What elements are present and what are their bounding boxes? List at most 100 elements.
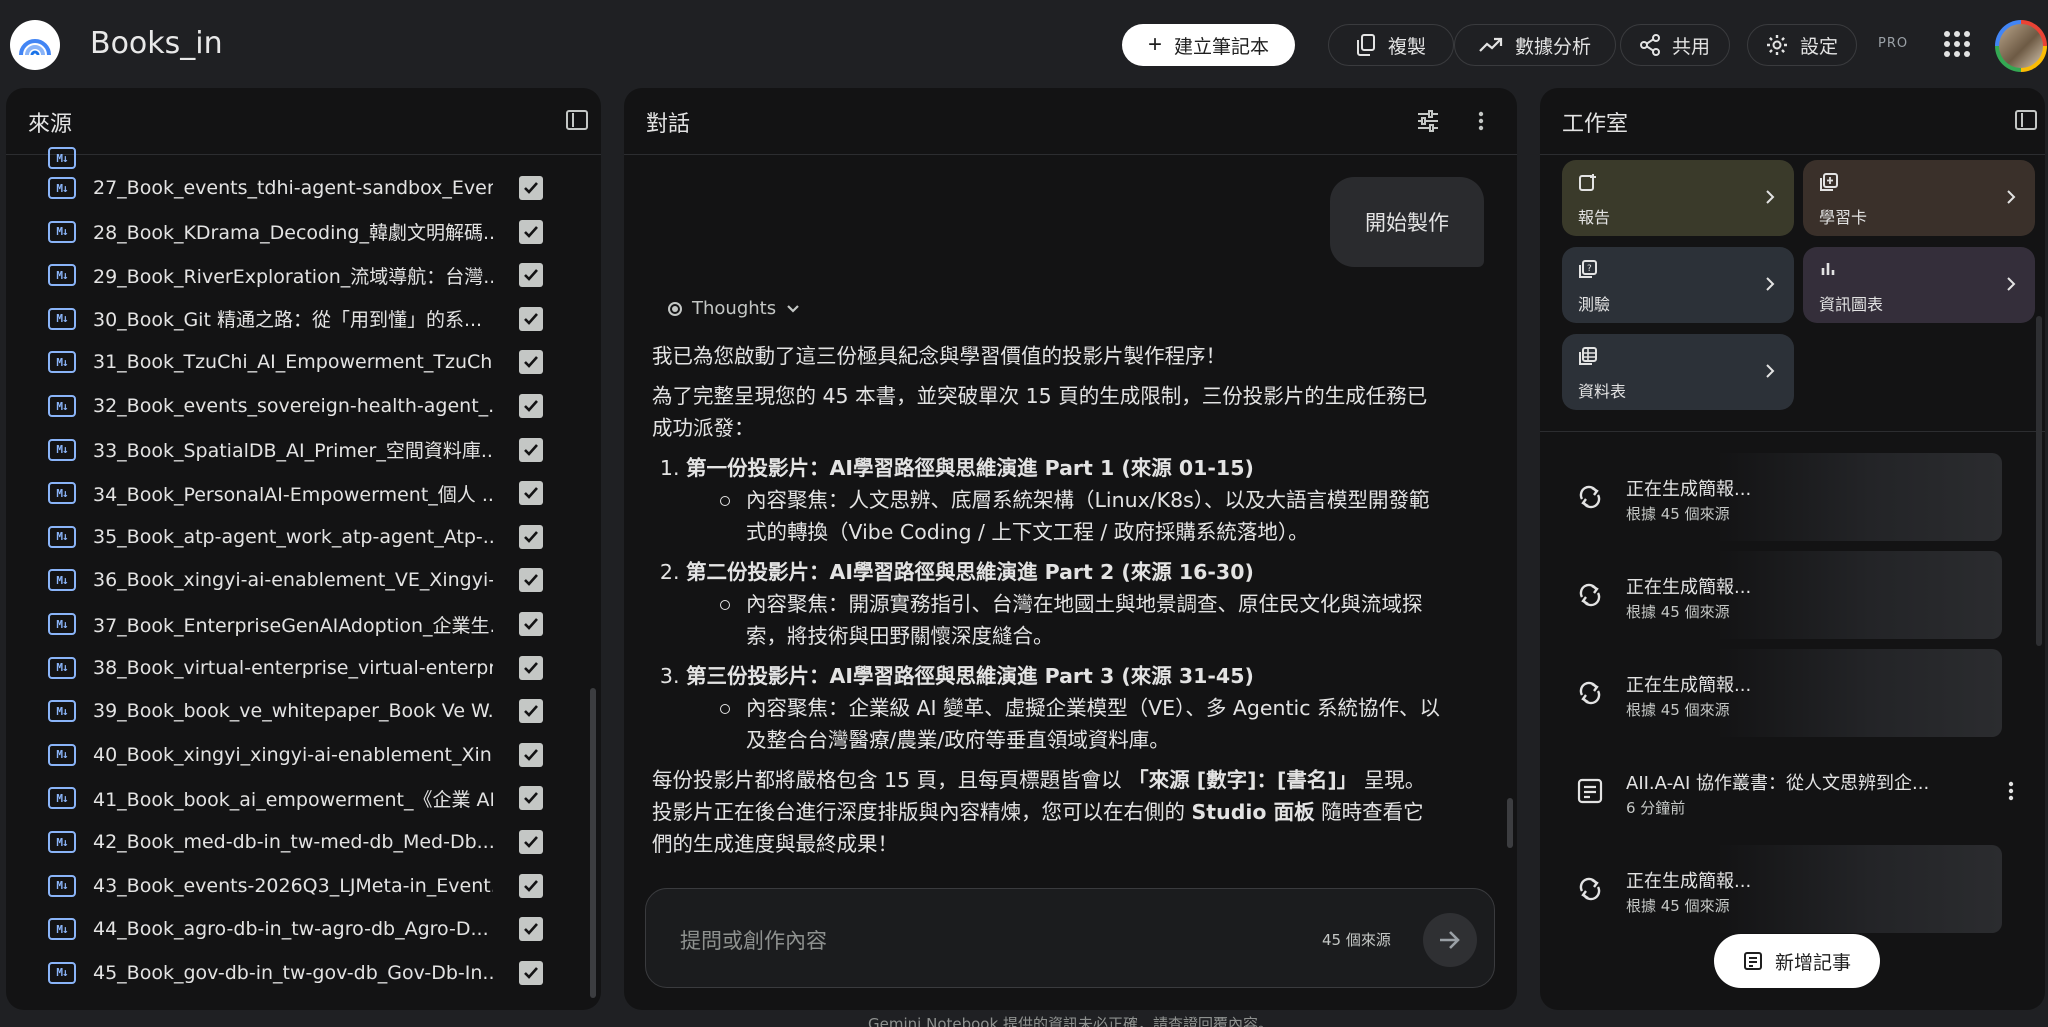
source-checkbox[interactable] [519,394,543,418]
studio-card-infographic[interactable]: 資訊圖表 [1803,247,2035,323]
sync-icon [1579,877,1601,901]
studio-scrollbar[interactable] [2036,316,2042,646]
report-icon [1579,174,1596,191]
source-label: 30_Book_Git 精通之路：從「用到懂」的系... [93,309,483,332]
share-icon [1639,34,1660,56]
source-item[interactable]: M↓ 32_Book_events_sovereign-health-agent_… [6,384,586,428]
collapse-panel-icon[interactable] [566,110,588,130]
source-checkbox[interactable] [519,655,543,680]
source-checkbox[interactable] [519,742,543,767]
source-label: 45_Book_gov-db-in_tw-gov-db_Gov-Db-In... [93,961,493,984]
markdown-file-icon: M↓ [48,569,76,592]
list-item-detail: 內容聚焦：企業級 AI 變革、虛擬企業模型（VE）、多 Agentic 系統協作… [716,692,1442,756]
more-vert-icon[interactable] [1478,110,1484,132]
source-item[interactable]: M↓ 27_Book_events_tdhi-agent-sandbox_Even… [6,166,586,210]
source-checkbox[interactable] [519,830,543,854]
source-item[interactable]: M↓ 29_Book_RiverExploration_流域導航：台灣... [6,253,586,297]
source-checkbox[interactable] [519,176,543,200]
source-checkbox[interactable] [519,437,543,462]
studio-card-report[interactable]: 報告 [1562,160,1794,236]
source-checkbox[interactable] [519,873,543,898]
source-checkbox[interactable] [519,612,543,636]
generating-note-item[interactable]: 正在生成簡報... 根據 45 個來源 [1562,845,2002,933]
gear-icon [1766,35,1787,55]
notebook-title[interactable]: Books_in [90,26,223,61]
send-button[interactable] [1423,913,1477,967]
source-checkbox[interactable] [519,219,543,244]
chat-input-box[interactable]: 提問或創作內容 45 個來源 [645,888,1495,988]
chat-input-placeholder[interactable]: 提問或創作內容 [680,925,827,955]
check-icon [524,966,538,979]
studio-card-label: 學習卡 [1819,208,1868,227]
source-checkbox[interactable] [519,699,543,724]
source-checkbox[interactable] [519,917,543,942]
add-note-button[interactable]: 新增記事 [1714,934,1880,988]
source-checkbox[interactable] [519,568,543,593]
source-item[interactable]: M↓ 45_Book_gov-db-in_tw-gov-db_Gov-Db-In.… [6,951,586,995]
source-item[interactable]: M↓ 31_Book_TzuChi_AI_Empowerment_TzuChi..… [6,340,586,384]
source-item[interactable]: M↓ 43_Book_events-2026Q3_LJMeta-in_Event.… [6,864,586,908]
source-label: 34_Book_PersonalAI-Empowerment_個人 ... [93,483,493,506]
more-vert-icon[interactable] [2008,781,2014,801]
source-item[interactable]: M↓ 30_Book_Git 精通之路：從「用到懂」的系... [6,297,586,341]
source-checkbox[interactable] [519,263,543,288]
check-icon [524,748,538,761]
source-checkbox[interactable] [519,960,543,985]
list-item-detail: 內容聚焦：人文思辨、底層系統架構（Linux/K8s）、以及大語言模型開發範式的… [716,484,1442,548]
source-item[interactable]: M↓ 38_Book_virtual-enterprise_virtual-ent… [6,646,586,690]
source-label: 39_Book_book_ve_whitepaper_Book Ve W... [93,700,493,723]
check-icon [524,836,538,848]
notebook-logo[interactable] [10,20,60,70]
chevron-right-icon [1766,190,1775,204]
studio-card-quiz[interactable]: ? 測驗 [1562,247,1794,323]
source-checkbox[interactable] [519,524,543,549]
source-item[interactable]: M↓ 42_Book_med-db-in_tw-med-db_Med-Db... [6,820,586,864]
source-item[interactable]: M↓ 40_Book_xingyi_xingyi-ai-enablement_Xi… [6,733,586,777]
source-item[interactable]: M↓ 39_Book_book_ve_whitepaper_Book Ve W..… [6,689,586,733]
source-item[interactable]: M↓ 33_Book_SpatialDB_AI_Primer_空間資料庫... [6,428,586,472]
source-checkbox[interactable] [519,786,543,811]
thoughts-toggle[interactable]: Thoughts [668,298,800,319]
generating-note-item[interactable]: 正在生成簡報... 根據 45 個來源 [1562,551,2002,639]
source-item[interactable]: M↓ 34_Book_PersonalAI-Empowerment_個人 ... [6,471,586,515]
copy-button[interactable]: 複製 [1328,24,1454,66]
settings-button[interactable]: 設定 [1747,24,1857,66]
source-label: 35_Book_atp-agent_work_atp-agent_Atp-... [93,525,493,548]
analytics-label: 數據分析 [1514,35,1591,58]
source-item[interactable]: M↓ 41_Book_book_ai_empowerment_《企業 AI... [6,776,586,820]
studio-card-flashcards[interactable]: 學習卡 [1803,160,2035,236]
generating-note-item[interactable]: 正在生成簡報... 根據 45 個來源 [1562,649,2002,737]
source-item[interactable]: M↓ 36_Book_xingyi-ai-enablement_VE_Xingyi… [6,558,586,602]
source-item[interactable]: M↓ 28_Book_KDrama_Decoding_韓劇文明解碼... [6,210,586,254]
source-item[interactable]: M↓ 35_Book_atp-agent_work_atp-agent_Atp-.… [6,515,586,559]
note-subtitle: 6 分鐘前 [1626,799,1686,817]
app-header: Books_in + 建立筆記本 複製 數據分析 共用 設定 PRO [0,0,2048,88]
apps-grid-icon[interactable] [1944,31,1970,57]
source-checkbox[interactable] [519,350,543,375]
markdown-file-icon: M↓ [48,351,76,374]
note-add-icon [1743,952,1762,970]
panel-divider [1540,154,2045,155]
source-checkbox[interactable] [519,481,543,506]
analytics-button[interactable]: 數據分析 [1454,24,1616,66]
tune-icon[interactable] [1416,110,1440,132]
create-notebook-button[interactable]: + 建立筆記本 [1122,24,1295,66]
generating-note-item[interactable]: 正在生成簡報... 根據 45 個來源 [1562,453,2002,541]
note-item[interactable]: AII.A-AI 協作叢書：從人文思辨到企... 6 分鐘前 [1562,747,2014,835]
source-item[interactable]: M↓ 37_Book_EnterpriseGenAIAdoption_企業生... [6,602,586,646]
add-note-label: 新增記事 [1774,951,1851,974]
chevron-right-icon [1766,364,1775,378]
sources-scrollbar[interactable] [590,688,596,998]
markdown-file-icon: M↓ [48,918,76,941]
markdown-file-icon: M↓ [48,395,76,417]
chat-scrollbar[interactable] [1507,798,1513,848]
user-avatar[interactable] [1995,20,2047,72]
collapse-panel-icon[interactable] [2015,110,2037,130]
studio-panel: 工作室 報告 學習卡 ? 測驗 資訊圖表 資料表 正在生成簡報... 根據 45… [1540,88,2045,1010]
arrow-right-icon [1440,931,1460,949]
note-title: 正在生成簡報... [1626,479,1752,500]
source-item[interactable]: M↓ 44_Book_agro-db-in_tw-agro-db_Agro-D..… [6,907,586,951]
source-checkbox[interactable] [519,306,543,331]
share-button[interactable]: 共用 [1620,24,1730,66]
studio-card-datatable[interactable]: 資料表 [1562,334,1794,410]
